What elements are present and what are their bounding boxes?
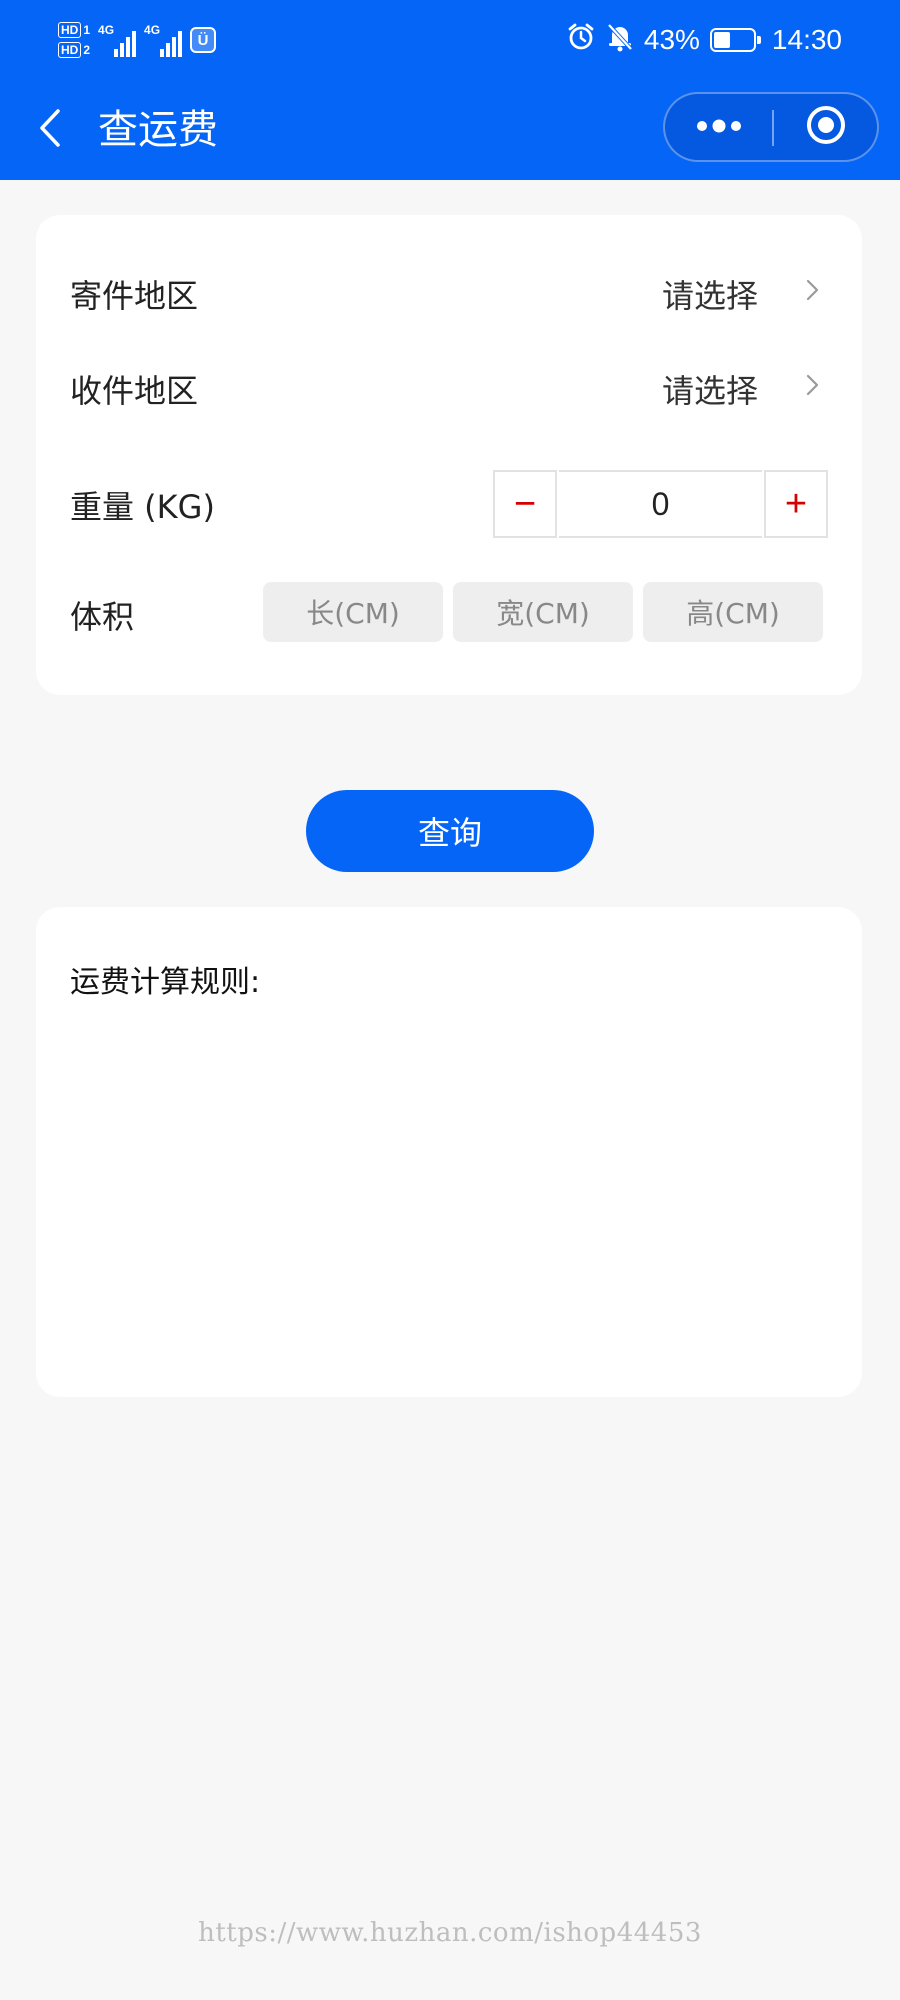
- sender-region-label: 寄件地区: [70, 277, 199, 315]
- weight-label: 重量 (KG): [70, 488, 215, 526]
- app-notification-icon: Ü: [190, 27, 217, 53]
- status-time: 14:30: [771, 24, 842, 55]
- weight-increment-button[interactable]: +: [764, 470, 828, 538]
- chevron-right-icon: [804, 370, 822, 400]
- header: HD 1 HD 2 4G 4G Ü 43% 14:30 查运费: [0, 0, 900, 180]
- weight-decrement-button[interactable]: −: [493, 470, 557, 538]
- hd-badge-2: HD: [58, 42, 82, 58]
- status-right: 43% 14:30: [566, 16, 842, 64]
- fee-rules-title: 运费计算规则:: [70, 965, 261, 1000]
- receiver-region-value: 请选择: [661, 372, 758, 410]
- signal-icon-1: 4G: [98, 23, 137, 57]
- close-mini-program-button[interactable]: [773, 94, 879, 160]
- bell-muted-icon: [606, 22, 634, 59]
- sender-region-value: 请选择: [661, 277, 758, 315]
- status-left: HD 1 HD 2 4G 4G Ü: [58, 16, 217, 64]
- hd-badge-1: HD: [58, 22, 82, 38]
- signal-icon-2: 4G: [144, 23, 183, 57]
- battery-icon: [709, 28, 761, 52]
- battery-percent: 43%: [643, 24, 700, 55]
- volume-label: 体积: [70, 598, 135, 636]
- alarm-icon: [566, 22, 596, 59]
- back-button[interactable]: [28, 102, 72, 158]
- shipping-form-card: 寄件地区 请选择 收件地区 请选择 重量 (KG) − 0 + 体积 长(CM)…: [36, 215, 862, 695]
- status-bar: HD 1 HD 2 4G 4G Ü 43% 14:30: [0, 0, 900, 80]
- chevron-left-icon: [38, 108, 62, 152]
- nav-bar: 查运费: [0, 80, 900, 180]
- sender-region-row[interactable]: 寄件地区 请选择: [36, 255, 862, 325]
- query-button[interactable]: 查询: [306, 790, 594, 872]
- more-button[interactable]: [665, 94, 772, 160]
- fee-rules-card: 运费计算规则:: [36, 907, 862, 1397]
- weight-input[interactable]: 0: [559, 470, 762, 538]
- weight-stepper: − 0 +: [493, 470, 828, 538]
- page-title: 查运费: [98, 107, 218, 153]
- receiver-region-row[interactable]: 收件地区 请选择: [36, 350, 862, 420]
- width-input[interactable]: 宽(CM): [453, 582, 633, 642]
- height-input[interactable]: 高(CM): [643, 582, 823, 642]
- mini-program-capsule: [663, 92, 879, 162]
- length-input[interactable]: 长(CM): [263, 582, 443, 642]
- receiver-region-label: 收件地区: [70, 372, 199, 410]
- target-circle-icon: [805, 104, 847, 150]
- battery-level: [713, 32, 731, 48]
- watermark: https://www.huzhan.com/ishop44453: [198, 1918, 702, 1948]
- chevron-right-icon: [804, 275, 822, 305]
- more-dots-icon: [696, 118, 742, 137]
